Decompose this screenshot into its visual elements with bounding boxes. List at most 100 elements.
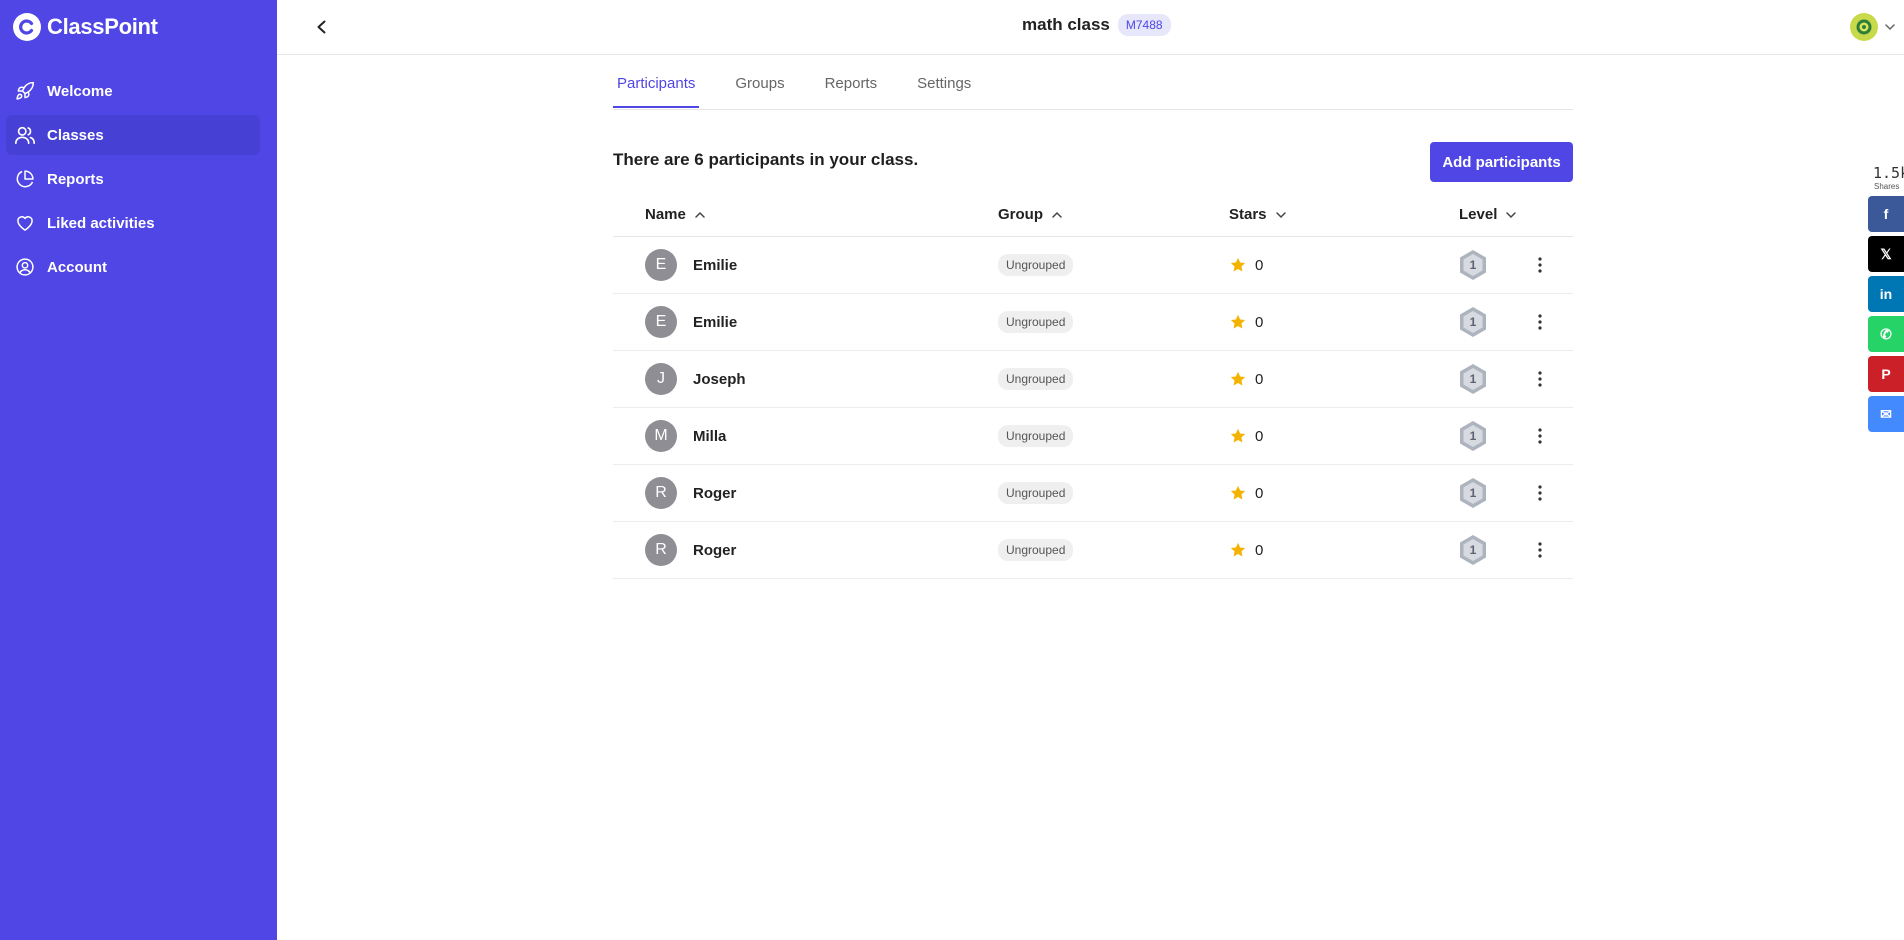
more-options-icon[interactable] (1530, 479, 1550, 507)
stars-cell: 0 (1229, 351, 1263, 407)
sidebar-item-label: Classes (47, 126, 104, 144)
level-badge-icon: 1 (1458, 249, 1488, 281)
class-code-badge[interactable]: M7488 (1117, 14, 1171, 36)
star-icon (1229, 313, 1247, 331)
group-badge[interactable]: Ungrouped (998, 482, 1074, 504)
pie-chart-icon (14, 168, 36, 190)
tab-reports[interactable]: Reports (821, 60, 882, 108)
participant-name-cell: M Milla (645, 408, 726, 464)
messenger-share-button[interactable]: ✉ (1868, 396, 1904, 432)
table-row[interactable]: R Roger Ungrouped 0 1 (613, 522, 1573, 579)
column-header-stars[interactable]: Stars (1229, 206, 1287, 223)
table-row[interactable]: M Milla Ungrouped 0 1 (613, 408, 1573, 465)
stars-value: 0 (1255, 370, 1264, 388)
chevron-down-icon (1885, 24, 1895, 31)
avatar: E (645, 306, 677, 338)
group-badge[interactable]: Ungrouped (998, 368, 1074, 390)
participant-name[interactable]: Roger (693, 485, 736, 502)
star-icon (1230, 371, 1246, 386)
chevron-up-icon (695, 211, 705, 218)
stars-value: 0 (1255, 541, 1264, 559)
tab-participants[interactable]: Participants (613, 60, 700, 108)
row-actions-cell (1530, 408, 1550, 464)
stars-cell: 0 (1229, 408, 1263, 464)
more-options-icon[interactable] (1530, 536, 1550, 564)
share-count: 1.5k (1873, 164, 1904, 182)
stars-value: 0 (1255, 427, 1264, 445)
group-cell: Ungrouped (998, 237, 1074, 293)
star-icon (1229, 541, 1247, 559)
level-value: 1 (1469, 486, 1477, 500)
rocket-icon (14, 80, 36, 102)
sidebar-item-classes[interactable]: Classes (6, 115, 260, 155)
user-menu[interactable] (1850, 13, 1896, 41)
heart-icon (14, 212, 36, 234)
stars-cell: 0 (1229, 522, 1263, 578)
pinterest-share-button[interactable]: P (1868, 356, 1904, 392)
linkedin-share-button[interactable]: in (1868, 276, 1904, 312)
group-cell: Ungrouped (998, 408, 1074, 464)
group-badge[interactable]: Ungrouped (998, 539, 1074, 561)
group-cell: Ungrouped (998, 351, 1074, 407)
tab-settings[interactable]: Settings (913, 60, 975, 108)
table-row[interactable]: E Emilie Ungrouped 0 1 (613, 237, 1573, 294)
participant-name[interactable]: Milla (693, 428, 726, 445)
level-cell: 1 (1458, 408, 1488, 464)
avatar: E (645, 249, 677, 281)
back-button[interactable] (311, 16, 333, 38)
more-options-icon[interactable] (1530, 422, 1550, 450)
table-header: Name Group Stars Level (613, 200, 1573, 237)
brand[interactable]: ClassPoint (13, 13, 158, 41)
table-row[interactable]: R Roger Ungrouped 0 1 (613, 465, 1573, 522)
avatar: M (645, 420, 677, 452)
sidebar-item-liked-activities[interactable]: Liked activities (6, 203, 260, 243)
column-header-name[interactable]: Name (645, 206, 706, 223)
participants-table: Name Group Stars Level E Emilie Ungrouped 0… (613, 200, 1573, 579)
column-label: Stars (1229, 206, 1267, 223)
linkedin-icon: in (1879, 286, 1893, 302)
add-participants-button[interactable]: Add participants (1430, 142, 1573, 182)
pinterest-icon: P (1881, 366, 1891, 382)
row-actions-cell (1530, 237, 1550, 293)
share-label: Shares (1874, 182, 1900, 191)
stars-value: 0 (1255, 256, 1264, 274)
more-options-icon[interactable] (1530, 251, 1550, 279)
more-options-icon[interactable] (1530, 308, 1550, 336)
participant-name-cell: E Emilie (645, 294, 737, 350)
group-badge[interactable]: Ungrouped (998, 425, 1074, 447)
sidebar-item-account[interactable]: Account (6, 247, 260, 287)
user-circle-icon (14, 256, 36, 278)
level-cell: 1 (1458, 237, 1488, 293)
whatsapp-share-button[interactable]: ✆ (1868, 316, 1904, 352)
participant-name[interactable]: Emilie (693, 257, 737, 274)
stars-value: 0 (1255, 313, 1264, 331)
column-header-level[interactable]: Level (1459, 206, 1517, 223)
column-label: Level (1459, 206, 1498, 223)
participant-name-cell: R Roger (645, 465, 736, 521)
sidebar-item-label: Liked activities (47, 214, 155, 232)
level-cell: 1 (1458, 351, 1488, 407)
column-header-group[interactable]: Group (998, 206, 1063, 223)
participant-name-cell: J Joseph (645, 351, 746, 407)
x-share-button[interactable]: 𝕏 (1868, 236, 1904, 272)
tab-groups[interactable]: Groups (731, 60, 788, 108)
group-badge[interactable]: Ungrouped (998, 254, 1074, 276)
participant-name[interactable]: Emilie (693, 314, 737, 331)
level-badge-icon: 1 (1458, 477, 1488, 509)
sidebar-nav: Welcome Classes Reports Liked activities… (6, 71, 260, 291)
sidebar-item-label: Welcome (47, 82, 113, 100)
group-badge[interactable]: Ungrouped (998, 311, 1074, 333)
level-cell: 1 (1458, 522, 1488, 578)
sidebar-item-welcome[interactable]: Welcome (6, 71, 260, 111)
participant-name[interactable]: Roger (693, 542, 736, 559)
sidebar-item-reports[interactable]: Reports (6, 159, 260, 199)
more-options-icon[interactable] (1530, 365, 1550, 393)
star-icon (1229, 256, 1247, 274)
participant-name[interactable]: Joseph (693, 371, 746, 388)
table-row[interactable]: J Joseph Ungrouped 0 1 (613, 351, 1573, 408)
avatar: R (645, 477, 677, 509)
facebook-share-button[interactable]: f (1868, 196, 1904, 232)
table-row[interactable]: E Emilie Ungrouped 0 1 (613, 294, 1573, 351)
star-icon (1229, 484, 1247, 502)
star-icon (1230, 257, 1246, 272)
